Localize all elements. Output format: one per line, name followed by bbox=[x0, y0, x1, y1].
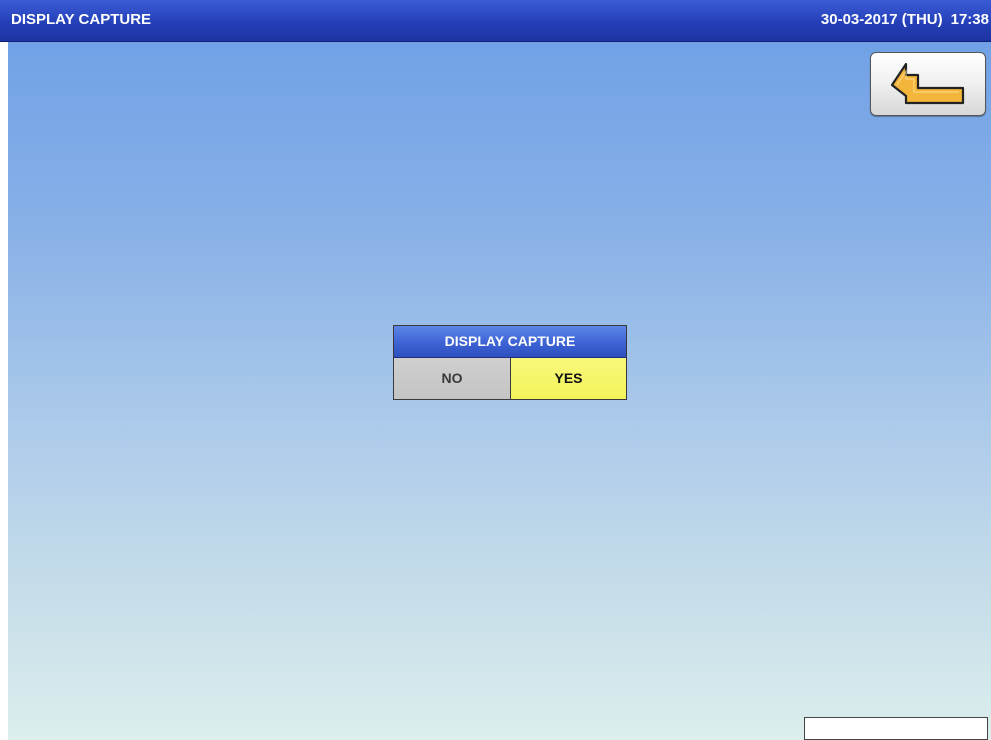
date-time-display: 30-03-2017 (THU) 17:38 bbox=[821, 11, 989, 28]
app-screen: DISPLAY CAPTURE 30-03-2017 (THU) 17:38 D… bbox=[0, 0, 991, 740]
time-text: 17:38 bbox=[950, 11, 989, 28]
left-border bbox=[0, 42, 8, 740]
date-text: 30-03-2017 (THU) bbox=[820, 11, 943, 28]
yes-button[interactable]: YES bbox=[511, 358, 626, 399]
capture-dialog: DISPLAY CAPTURE NO YES bbox=[393, 325, 627, 400]
back-button[interactable] bbox=[870, 52, 986, 116]
return-arrow-icon bbox=[890, 62, 965, 105]
page-title: DISPLAY CAPTURE bbox=[11, 11, 152, 28]
status-field bbox=[804, 717, 988, 740]
dialog-title: DISPLAY CAPTURE bbox=[394, 326, 626, 358]
no-button[interactable]: NO bbox=[394, 358, 511, 399]
title-bar: DISPLAY CAPTURE 30-03-2017 (THU) 17:38 bbox=[0, 0, 991, 42]
